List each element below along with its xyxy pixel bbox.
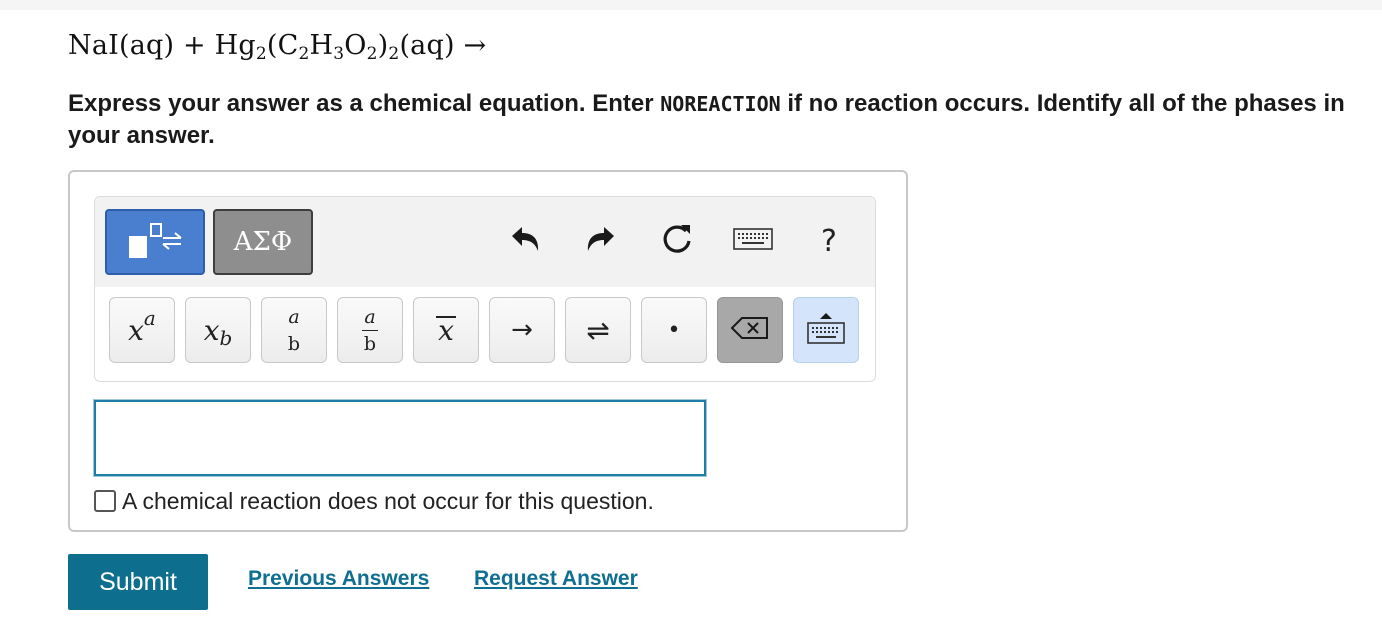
help-icon: ? bbox=[821, 223, 837, 259]
stacked-key[interactable]: ab bbox=[261, 297, 327, 363]
overbar-key[interactable]: x bbox=[413, 297, 479, 363]
reset-icon bbox=[659, 221, 695, 262]
request-answer-link[interactable]: Request Answer bbox=[474, 567, 638, 591]
redo-icon bbox=[584, 224, 618, 259]
keyboard-icon bbox=[733, 227, 773, 255]
top-band bbox=[0, 0, 1382, 10]
answer-input[interactable] bbox=[94, 400, 706, 476]
fraction-key[interactable]: ab bbox=[337, 297, 403, 363]
superscript-key[interactable]: xa bbox=[109, 297, 175, 363]
help-button[interactable]: ? bbox=[807, 219, 851, 263]
tab-templates[interactable] bbox=[105, 209, 205, 275]
reset-button[interactable] bbox=[655, 219, 699, 263]
no-reaction-checkbox[interactable] bbox=[94, 490, 116, 512]
noreaction-code: NOREACTION bbox=[660, 92, 781, 116]
greek-tab-label: ΑΣΦ bbox=[233, 227, 293, 257]
toggle-keyboard-key[interactable] bbox=[793, 297, 859, 363]
backspace-icon bbox=[730, 316, 770, 344]
keyboard-toggle-icon bbox=[806, 311, 846, 349]
previous-answers-link[interactable]: Previous Answers bbox=[248, 567, 429, 591]
keyboard-shortcuts-button[interactable] bbox=[731, 219, 775, 263]
dot-key[interactable]: • bbox=[641, 297, 707, 363]
undo-icon bbox=[508, 224, 542, 259]
backspace-key[interactable] bbox=[717, 297, 783, 363]
templates-icon bbox=[123, 218, 187, 267]
reaction-arrow-key[interactable]: → bbox=[489, 297, 555, 363]
reaction-equation: NaI(aq) + Hg2(C2H3O2)2(aq) → bbox=[68, 30, 487, 64]
tab-greek[interactable]: ΑΣΦ bbox=[213, 209, 313, 275]
submit-button[interactable]: Submit bbox=[68, 554, 208, 610]
instructions: Express your answer as a chemical equati… bbox=[68, 90, 1345, 149]
no-reaction-option[interactable]: A chemical reaction does not occur for t… bbox=[94, 486, 654, 516]
equilibrium-arrow-key[interactable]: ⇌ bbox=[565, 297, 631, 363]
math-toolbar: ΑΣΦ ? xa xb ab a b x → ⇌ • bbox=[94, 196, 876, 382]
answer-panel: ΑΣΦ ? xa xb ab a b x → ⇌ • A chemical re… bbox=[68, 170, 908, 532]
no-reaction-label: A chemical reaction does not occur for t… bbox=[122, 487, 654, 514]
redo-button[interactable] bbox=[579, 219, 623, 263]
subscript-key[interactable]: xb bbox=[185, 297, 251, 363]
undo-button[interactable] bbox=[503, 219, 547, 263]
